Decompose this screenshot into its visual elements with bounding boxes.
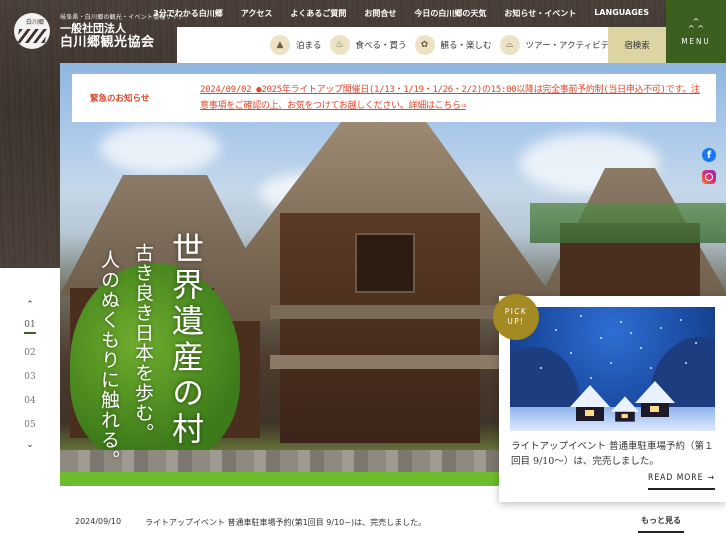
slide-indicator[interactable]: 05 — [24, 420, 35, 430]
top-nav-about[interactable]: 3分でわかる白川郷 — [144, 8, 232, 19]
snowflake — [580, 315, 582, 317]
snowflake — [630, 332, 632, 334]
logo-mark-text: 白川郷 — [26, 19, 45, 26]
snowflake — [610, 362, 612, 364]
slide-indicator[interactable]: 01 — [24, 320, 36, 334]
category-label: 食べる・買う — [355, 41, 407, 51]
facebook-icon[interactable]: f — [702, 148, 716, 162]
hero-copy-sub2: 人のぬくもりに触れる。 — [98, 250, 120, 470]
read-more-label: READ MORE — [648, 473, 704, 483]
snowy-house — [570, 385, 610, 421]
menu-button[interactable]: ^ ^ ^ MENU — [666, 0, 726, 63]
top-nav-faq[interactable]: よくあるご質問 — [281, 8, 355, 19]
main-house-window — [355, 233, 415, 293]
category-lodging[interactable]: ▲ 泊まる — [270, 35, 322, 55]
snowflake — [680, 319, 682, 321]
social-links: f — [702, 148, 716, 184]
mountain-forest — [530, 203, 726, 243]
category-label: 泊まる — [296, 41, 322, 51]
snowflake — [555, 329, 557, 331]
top-nav-contact[interactable]: お問合せ — [355, 8, 405, 19]
category-nav: ▲ 泊まる ♨ 食べる・買う ✿ 観る・楽しむ ⌓ ツアー・アクティビティ 宿検… — [177, 27, 666, 63]
slide-indicator[interactable]: 03 — [24, 372, 35, 382]
pickup-image — [510, 307, 715, 431]
category-label: 観る・楽しむ — [440, 41, 492, 51]
notice-link[interactable]: 2024/09/02 ●2025年ライトアップ開催日(1/13・1/19・1/2… — [200, 82, 700, 114]
chevron-up-icon[interactable]: ⌃ — [26, 300, 34, 310]
pickup-title[interactable]: ライトアップイベント 普通車駐車場予約（第１回目 9/10～）は、完売しました。 — [511, 439, 716, 469]
notice-label: 緊急のお知らせ — [90, 94, 150, 104]
top-nav-languages[interactable]: LANGUAGES — [585, 8, 658, 19]
hero-copy-sub1: 古き良き日本を歩む。 — [132, 243, 154, 443]
top-nav-news-events[interactable]: お知らせ・イベント — [495, 8, 585, 19]
chevron-down-icon[interactable]: ⌄ — [26, 440, 34, 450]
main-house-eave — [270, 305, 500, 319]
tour-icon: ⌓ — [499, 35, 520, 55]
snowflake — [600, 337, 602, 339]
snowy-house — [635, 381, 675, 417]
logo-stripes — [16, 29, 48, 43]
top-nav-access[interactable]: アクセス — [232, 8, 282, 19]
menu-label: MENU — [681, 36, 711, 46]
snowflake — [640, 347, 642, 349]
more-news-link[interactable]: もっと見る — [638, 515, 684, 533]
logo-mark-icon: 白川郷 — [14, 13, 50, 49]
news-item[interactable]: 2024/09/10 ライトアップイベント 普通車駐車場予約(第1回目 9/10… — [75, 517, 426, 528]
category-food-shopping[interactable]: ♨ 食べる・買う — [329, 35, 407, 55]
snowflake — [685, 362, 687, 364]
sightseeing-icon: ✿ — [414, 35, 435, 55]
slide-indicator[interactable]: 02 — [24, 348, 35, 358]
slide-indicator[interactable]: 04 — [24, 396, 35, 406]
snowflake — [650, 367, 652, 369]
category-sightseeing[interactable]: ✿ 観る・楽しむ — [414, 35, 492, 55]
snowflake — [660, 327, 662, 329]
hero-copy-main: 世界遺産の村 — [167, 232, 205, 448]
instagram-icon[interactable] — [702, 170, 716, 184]
cloud — [100, 123, 220, 173]
snowflake — [620, 321, 622, 323]
emergency-notice: 緊急のお知らせ 2024/09/02 ●2025年ライトアップ開催日(1/13・… — [72, 74, 716, 122]
logo-org-name: 白川郷観光協会 — [60, 35, 155, 50]
arrow-right-icon: → — [707, 473, 715, 483]
menu-chevron-icon: ^ ^ ^ — [688, 16, 704, 33]
lodging-search-button[interactable]: 宿検索 — [608, 27, 666, 63]
category-tours[interactable]: ⌓ ツアー・アクティビティ — [499, 35, 618, 55]
pickup-badge: PICK UP! — [493, 294, 539, 340]
snowflake — [590, 377, 592, 379]
news-date: 2024/09/10 — [75, 517, 122, 526]
top-nav-weather[interactable]: 今日の白川郷の天気 — [405, 8, 495, 19]
news-title: ライトアップイベント 普通車駐車場予約(第1回目 9/10~)は、完売しました。 — [145, 518, 427, 527]
pickup-card[interactable]: PICK UP! ライトアップイベント 普通車駐車場予約（第１回目 9/10～）は… — [493, 294, 726, 502]
lodging-icon: ▲ — [270, 35, 290, 55]
food-icon: ♨ — [329, 35, 350, 55]
slide-pager: ⌃ 01 02 03 04 05 ⌄ — [14, 300, 46, 450]
category-label: ツアー・アクティビティ — [525, 41, 618, 51]
main-house-eave — [270, 355, 500, 369]
snowflake — [570, 352, 572, 354]
read-more-link[interactable]: READ MORE → — [648, 473, 715, 490]
top-nav: 3分でわかる白川郷 アクセス よくあるご質問 お問合せ 今日の白川郷の天気 お知… — [144, 8, 658, 19]
logo-org-type: 一般社団法人 — [60, 22, 126, 35]
snowflake — [695, 342, 697, 344]
snowflake — [540, 367, 542, 369]
